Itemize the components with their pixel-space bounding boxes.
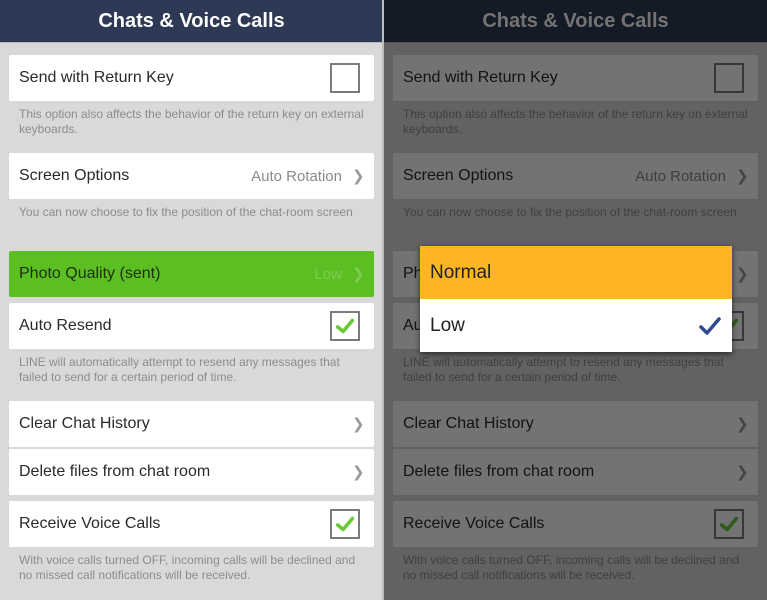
clear-chat-history-label: Clear Chat History [19,415,150,432]
photo-quality-label: Photo Quality (sent) [19,265,161,282]
auto-resend-desc: LINE will automatically attempt to resen… [19,355,340,384]
settings-screen-dialog: Chats & Voice Calls Send with Return Key… [384,0,767,600]
settings-screen-normal: Chats & Voice Calls Send with Return Key… [0,0,383,600]
delete-files-row[interactable]: Delete files from chat room ❯ [9,449,374,495]
page-title: Chats & Voice Calls [0,0,383,43]
option-normal-label: Normal [430,261,492,283]
screen-options-value: Auto Rotation [251,167,342,185]
screen-options-desc: You can now choose to fix the position o… [19,205,353,219]
option-low-label: Low [430,314,465,336]
receive-voice-calls-desc: With voice calls turned OFF, incoming ca… [19,553,356,582]
send-with-return-key-row[interactable]: Send with Return Key [9,55,374,101]
checkmark-icon [335,516,355,532]
selected-check-icon [699,316,721,335]
send-with-return-key-desc: This option also affects the behavior of… [19,107,364,136]
screen-options-label: Screen Options [19,167,130,184]
chevron-right-icon: ❯ [352,416,365,433]
auto-resend-checkbox[interactable] [330,311,360,341]
clear-chat-history-row[interactable]: Clear Chat History ❯ [9,401,374,447]
chevron-right-icon: ❯ [352,464,365,481]
receive-voice-calls-checkbox[interactable] [330,509,360,539]
chevron-right-icon: ❯ [352,168,365,185]
checkmark-icon [335,318,355,334]
receive-voice-calls-label: Receive Voice Calls [19,515,161,532]
auto-resend-row[interactable]: Auto Resend [9,303,374,349]
delete-files-label: Delete files from chat room [19,463,211,480]
photo-quality-row[interactable]: Photo Quality (sent) Low ❯ [9,251,374,297]
option-low[interactable]: Low [420,299,732,352]
screen-options-row[interactable]: Screen Options Auto Rotation ❯ [9,153,374,199]
receive-voice-calls-row[interactable]: Receive Voice Calls [9,501,374,547]
chevron-right-icon: ❯ [352,266,365,283]
photo-quality-value: Low [314,265,342,283]
send-with-return-key-checkbox[interactable] [330,63,360,93]
send-with-return-key-label: Send with Return Key [19,69,174,86]
photo-quality-dialog: Normal Low [420,246,732,352]
auto-resend-label: Auto Resend [19,317,112,334]
option-normal[interactable]: Normal [420,246,732,299]
